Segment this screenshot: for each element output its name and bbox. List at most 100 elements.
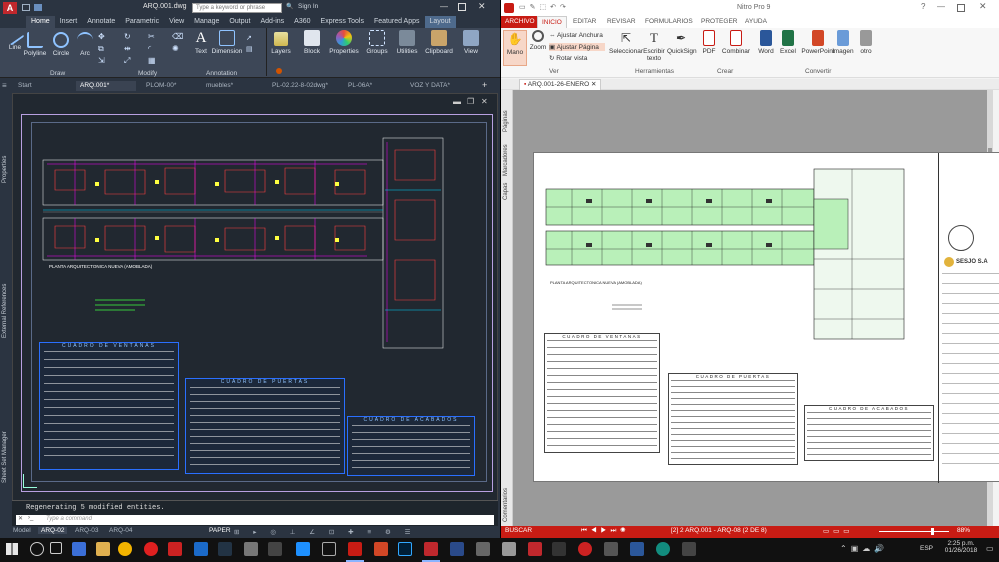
tab-parametric[interactable]: Parametric — [120, 16, 164, 28]
restore-drawing-icon[interactable]: ❐ — [467, 97, 474, 106]
app-icon-14[interactable] — [682, 542, 696, 556]
to-word-button[interactable]: Word — [755, 30, 777, 55]
app-icon-11[interactable] — [552, 542, 566, 556]
drawing-canvas[interactable]: ▬ ❐ ✕ PLANTA ARQUITECTONICA NUEVA (AMOBL… — [12, 93, 498, 518]
close-icon[interactable]: ✕ — [478, 1, 486, 12]
clock[interactable]: 2:25 p.m. 01/26/2018 — [940, 540, 982, 554]
tab-featured-apps[interactable]: Featured Apps — [369, 16, 425, 28]
tab-arq04[interactable]: ARQ-04 — [106, 527, 135, 534]
nitro-close-icon[interactable]: ✕ — [979, 1, 987, 12]
pdf-view[interactable]: PLANTA ARQUITECTONICA NUEVA (AMOBLADA) C… — [513, 90, 999, 526]
utilities-button[interactable]: Utilities — [392, 30, 422, 55]
tab-home[interactable]: Home — [26, 16, 55, 28]
search-input[interactable]: Type a keyword or phrase — [192, 3, 282, 13]
word-taskbar-icon[interactable] — [630, 542, 644, 556]
minimize-drawing-icon[interactable]: ▬ — [453, 97, 461, 106]
tab-a360[interactable]: A360 — [289, 16, 315, 28]
leader-icon[interactable]: ↗ — [246, 34, 252, 42]
app-icon-10[interactable] — [528, 542, 542, 556]
erase-icon[interactable]: ⌫ — [172, 32, 183, 41]
tab-express-tools[interactable]: Express Tools — [316, 16, 369, 28]
app-icon-12[interactable] — [578, 542, 592, 556]
file-tab-plom[interactable]: PLOM-00* — [142, 81, 180, 91]
file-tab-arq001[interactable]: ARQ.001* — [76, 81, 136, 91]
clipboard-button[interactable]: Clipboard — [424, 30, 454, 55]
groups-button[interactable]: Groups — [362, 30, 392, 55]
task-view-icon[interactable] — [50, 542, 62, 554]
view-mode-icons[interactable]: ▭▭▭ — [823, 527, 853, 535]
panel-annotation[interactable]: Annotation — [206, 70, 237, 77]
tab-formularios[interactable]: FORMULARIOS — [641, 16, 697, 28]
app-icon-6[interactable] — [322, 542, 336, 556]
start-icon[interactable] — [6, 543, 18, 555]
layers-panel-tab[interactable]: Capas — [503, 183, 509, 200]
bookmarks-panel-tab[interactable]: Marcadores — [503, 144, 509, 176]
layer-state-icon[interactable] — [276, 68, 282, 74]
app-icon-4[interactable] — [244, 542, 258, 556]
app-icon-7[interactable] — [374, 542, 388, 556]
properties-palette-tab[interactable]: Properties — [2, 156, 8, 183]
app-icon-1[interactable] — [72, 542, 86, 556]
app-icon-2[interactable] — [168, 542, 182, 556]
new-tab-icon[interactable]: + — [482, 80, 487, 90]
notifications-icon[interactable]: ▭ — [986, 544, 994, 553]
autocad-logo-icon[interactable]: A — [3, 2, 17, 14]
properties-button[interactable]: Properties — [328, 30, 360, 55]
fit-width-button[interactable]: ⇔ Ajustar Anchura — [549, 32, 605, 39]
doc-tab[interactable]: ▪ ARQ.001-26-ENERO ✕ — [519, 79, 602, 90]
autocad-taskbar-icon[interactable] — [424, 542, 438, 556]
command-input[interactable]: ✕ ›_ Type a command — [16, 515, 494, 525]
close-drawing-icon[interactable]: ✕ — [481, 97, 488, 106]
tab-model[interactable]: Model — [10, 527, 34, 534]
whatsapp-icon[interactable] — [656, 542, 670, 556]
hand-button[interactable]: ✋ Mano — [503, 30, 527, 66]
chrome-icon[interactable] — [118, 542, 132, 556]
tab-arq03[interactable]: ARQ-03 — [72, 527, 101, 534]
file-explorer-icon[interactable] — [96, 542, 110, 556]
steam-icon[interactable] — [218, 542, 232, 556]
tray-icons[interactable]: ⌃▣☁🔊 — [840, 544, 888, 553]
table-icon[interactable]: ▤ — [246, 45, 253, 53]
minimize-icon[interactable]: — — [440, 2, 448, 11]
zoom-slider-thumb[interactable] — [931, 528, 934, 535]
rotate-view-button[interactable]: ↻ Rotar vista — [549, 54, 605, 62]
status-toggles[interactable]: ⊞ ▸ ◎ ⊥ ∠ ⊡ ✚ ≡ ⚙ ☰ — [234, 528, 494, 536]
tab-inicio[interactable]: INICIO — [537, 16, 567, 28]
paper-space-toggle[interactable]: PAPER — [206, 527, 234, 534]
open-icon[interactable] — [22, 4, 30, 11]
nitro-maximize-icon[interactable] — [957, 4, 965, 12]
sheet-set-tab[interactable]: Sheet Set Manager — [2, 431, 8, 483]
file-tab-pl06a[interactable]: PL-06A* — [344, 81, 376, 91]
panel-draw[interactable]: Draw — [50, 70, 65, 77]
tab-ayuda[interactable]: AYUDA — [741, 16, 771, 28]
app-icon-3[interactable] — [194, 542, 208, 556]
comments-panel-tab[interactable]: Comentarios — [503, 488, 509, 522]
xref-palette-tab[interactable]: External References — [2, 284, 8, 338]
app-icon-5[interactable] — [268, 542, 282, 556]
file-tab-muebles[interactable]: muebles* — [202, 81, 237, 91]
close-cmd-icon[interactable]: ✕ — [18, 515, 23, 522]
file-tab-start[interactable]: Start — [14, 81, 36, 91]
close-doc-icon[interactable]: ✕ — [591, 81, 596, 88]
tab-manage[interactable]: Manage — [189, 16, 224, 28]
pages-panel-tab[interactable]: Páginas — [503, 110, 509, 132]
tab-addins[interactable]: Add-ins — [255, 16, 289, 28]
edge-icon[interactable] — [296, 542, 310, 556]
tab-annotate[interactable]: Annotate — [82, 16, 120, 28]
tab-proteger[interactable]: PROTEGER — [697, 16, 741, 28]
opera-icon[interactable] — [144, 542, 158, 556]
sign-in-button[interactable]: Sign In — [298, 3, 318, 10]
rotate-icon[interactable]: ↻ — [124, 32, 131, 41]
input-language[interactable]: ESP — [920, 545, 933, 552]
fillet-icon[interactable]: ◜ — [148, 44, 151, 53]
search-icon[interactable]: 🔍 — [286, 3, 293, 10]
app-icon-13[interactable] — [604, 542, 618, 556]
explode-icon[interactable]: ✺ — [172, 44, 179, 53]
layers-button[interactable]: Layers — [266, 32, 296, 55]
select-button[interactable]: ⇱ Seleccionar — [609, 30, 643, 55]
tab-editar[interactable]: EDITAR — [569, 16, 600, 28]
to-other-button[interactable]: otro — [855, 30, 877, 55]
block-button[interactable]: Block — [297, 30, 327, 55]
save-icon[interactable] — [34, 4, 42, 11]
zoom-button[interactable]: Zoom — [529, 30, 547, 51]
